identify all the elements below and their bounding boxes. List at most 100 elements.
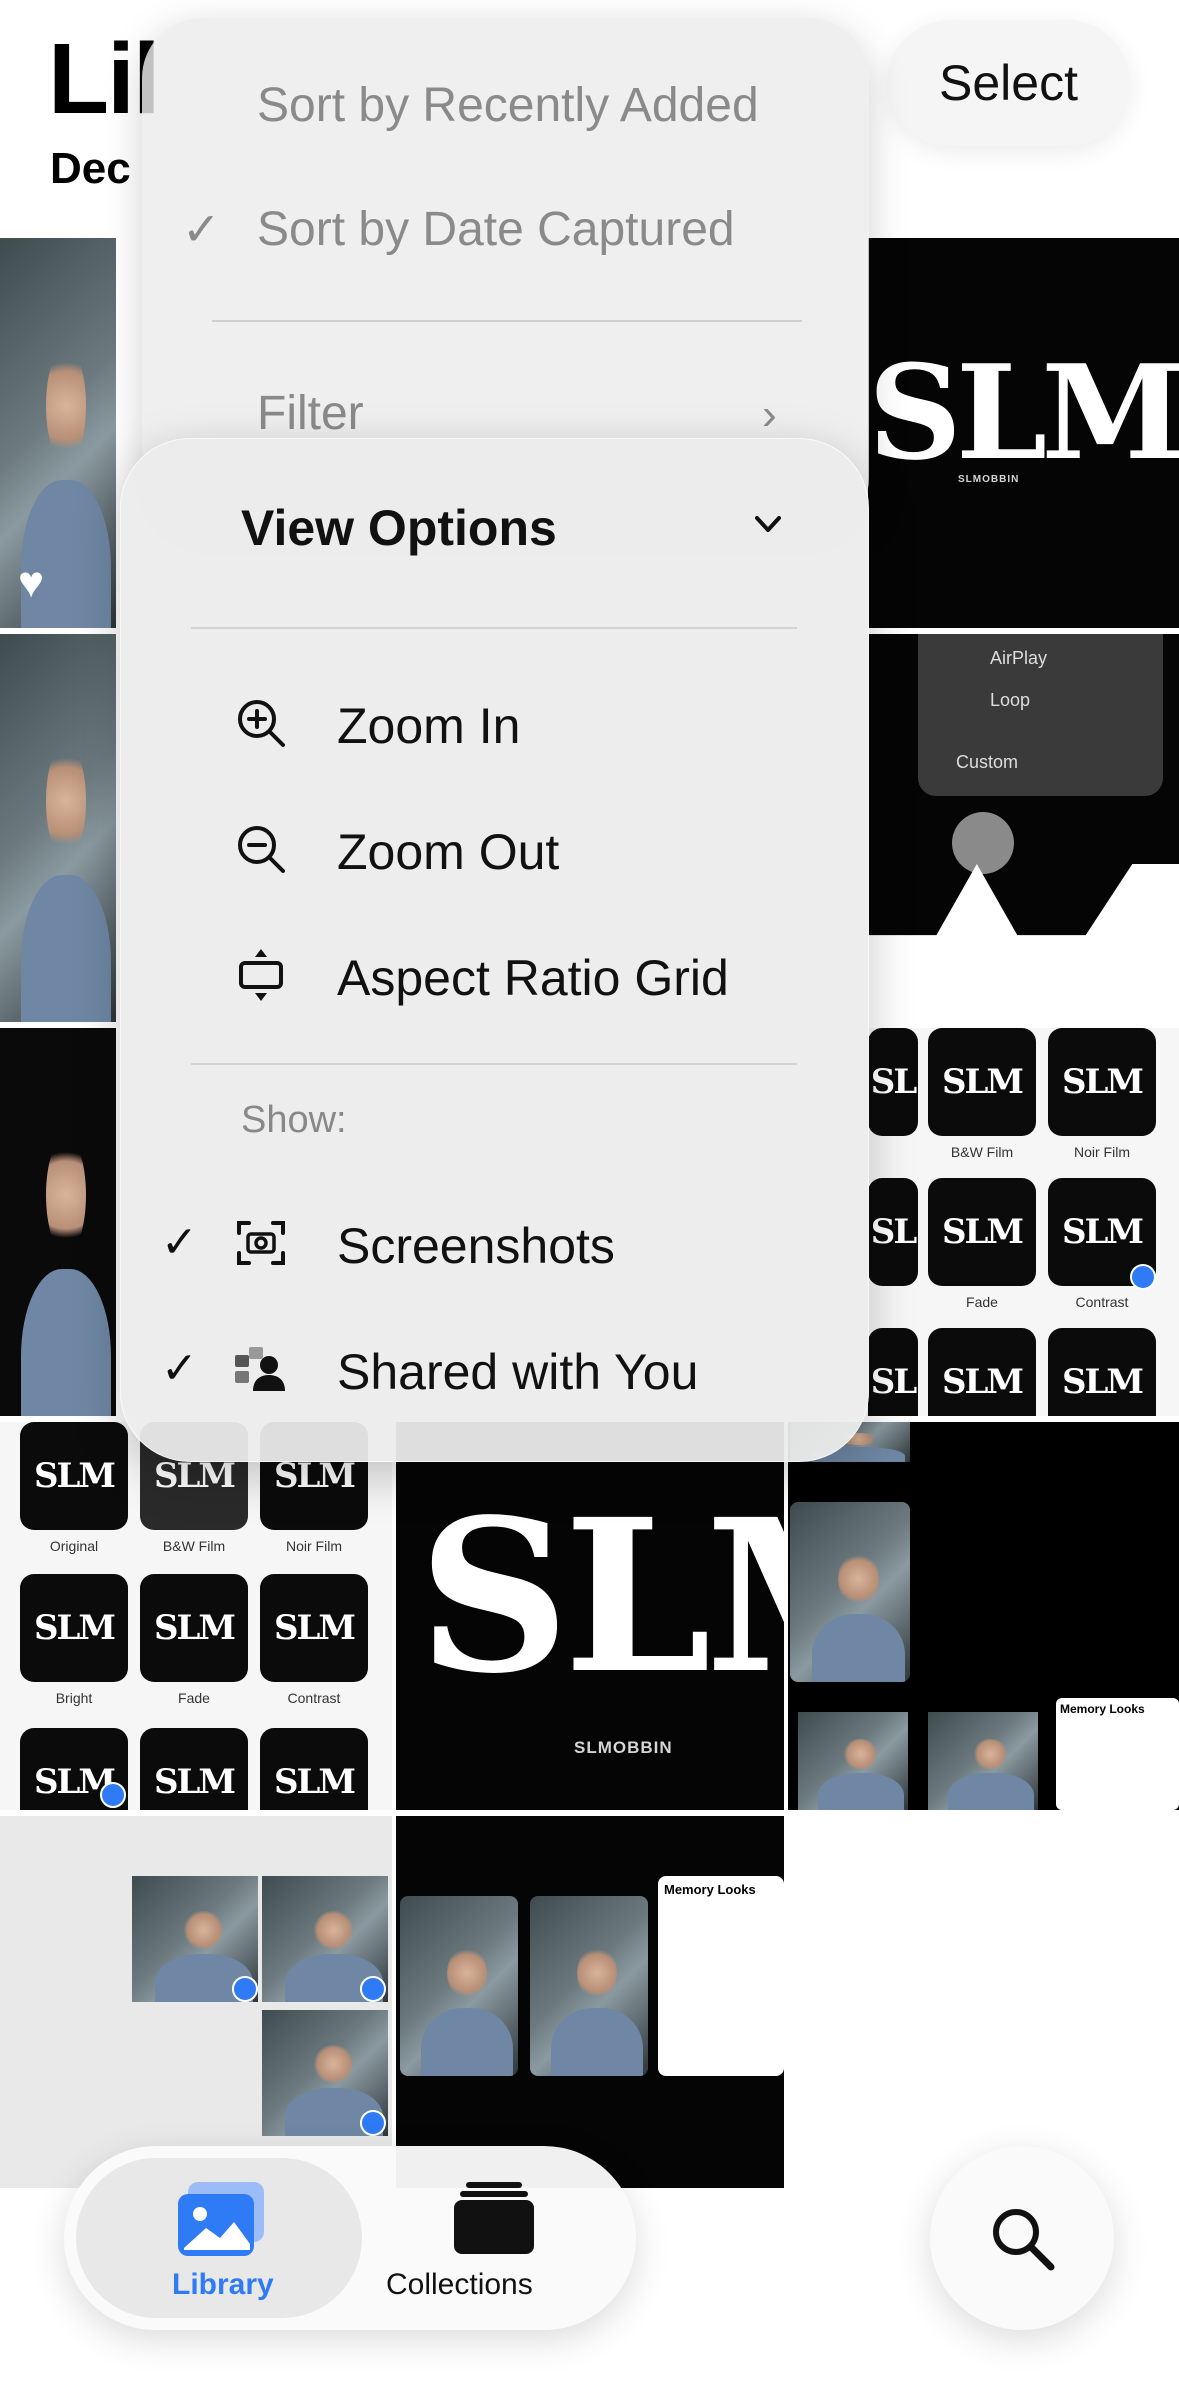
filter-thumbnail: SLM	[260, 1728, 368, 1810]
filter-label: Contrast	[1075, 1294, 1129, 1310]
zoom-in-label: Zoom In	[337, 698, 521, 754]
white-shape	[868, 864, 1179, 1022]
shared-with-you-icon	[235, 1347, 285, 1391]
filter-label: B&W Film	[950, 1144, 1014, 1160]
photo-tile[interactable]: Memory Looks	[396, 1816, 784, 2188]
slm-logo-text: SLM	[868, 336, 1179, 489]
screenshot-thumbnail	[790, 1502, 910, 1682]
screenshots-item[interactable]: ✓ Screenshots	[121, 1187, 868, 1297]
filter-thumbnail: SLM	[928, 1328, 1036, 1416]
search-button[interactable]	[930, 2146, 1114, 2330]
zoom-out-icon	[238, 826, 285, 873]
filter-label: Noir Film	[286, 1538, 342, 1554]
tab-collections-label: Collections	[386, 2268, 533, 2301]
screenshot-icon	[237, 1221, 285, 1265]
filter-thumbnail: SLM	[140, 1728, 248, 1810]
zoom-out-label: Zoom Out	[337, 824, 560, 880]
player-menu-thumbnail: AirPlay Loop Custom	[918, 634, 1163, 796]
filter-label: Noir Film	[1074, 1144, 1130, 1160]
aspect-ratio-icon	[239, 949, 283, 1001]
aspect-ratio-grid-item[interactable]: Aspect Ratio Grid	[121, 919, 868, 1029]
menu-divider	[191, 1063, 797, 1065]
tab-library-label: Library	[172, 2268, 274, 2301]
tab-collections[interactable]: Collections	[364, 2158, 624, 2318]
screenshot-thumbnail	[798, 1712, 908, 1810]
memory-looks-title: Memory Looks	[664, 1882, 756, 1897]
filter-thumbnail: SLM	[928, 1028, 1036, 1136]
photo-tile[interactable]	[0, 1028, 116, 1416]
memory-looks-card: Memory Looks	[658, 1876, 784, 2076]
aspect-ratio-grid-label: Aspect Ratio Grid	[337, 950, 729, 1006]
menu-divider	[191, 627, 797, 629]
screenshots-label: Screenshots	[337, 1218, 615, 1274]
photo-tile[interactable]: SL SLM SLM B&W Film Noir Film SL SLM SLM…	[868, 1028, 1179, 1416]
photo-tile[interactable]: SLM SLMOBBIN	[396, 1422, 784, 1810]
sort-date-captured-item[interactable]: Sort by Date Captured	[257, 202, 735, 257]
screenshot-thumbnail	[400, 1896, 518, 2076]
photo-tile[interactable]: SLM SLM SLM Original B&W Film Noir Film …	[0, 1422, 392, 1810]
checkmark-icon: ✓	[161, 1344, 198, 1393]
checkmark-icon: ✓	[161, 1218, 198, 1267]
filter-label: Fade	[178, 1690, 210, 1706]
zoom-in-item[interactable]: Zoom In	[121, 667, 868, 777]
shared-with-you-item[interactable]: ✓ Shared with You	[121, 1313, 868, 1423]
selected-check-icon	[360, 2110, 386, 2136]
shared-with-you-label: Shared with You	[337, 1344, 699, 1400]
filter-label: B&W Film	[162, 1538, 226, 1554]
airplay-label: AirPlay	[990, 648, 1048, 668]
tab-bar: Library Collections	[64, 2146, 636, 2330]
menu-divider	[212, 320, 802, 322]
show-section-label: Show:	[241, 1099, 347, 1141]
custom-label: Custom	[956, 752, 1019, 772]
filter-label: Fade	[966, 1294, 998, 1310]
filter-thumbnail: SL	[868, 1178, 918, 1286]
slmobbin-caption: SLMOBBIN	[574, 1738, 673, 1757]
chevron-down-icon[interactable]	[753, 509, 783, 539]
selected-check-icon	[232, 1976, 258, 2002]
select-button[interactable]: Select	[887, 20, 1130, 146]
filter-thumbnail: SLM	[260, 1574, 368, 1682]
filter-thumbnail: SLM	[20, 1574, 128, 1682]
selected-check-icon	[360, 1976, 386, 2002]
filter-thumbnail: SLM	[140, 1574, 248, 1682]
photo-tile[interactable]	[0, 1816, 392, 2188]
slm-logo-text: SLM	[418, 1473, 784, 1720]
slmobbin-caption: SLMOBBIN	[958, 474, 1020, 485]
photo-tile[interactable]: SLM SLMOBBIN	[868, 238, 1179, 628]
page-subtitle: Dec	[50, 144, 131, 193]
filter-label: Original	[49, 1538, 99, 1554]
collections-stack-icon	[454, 2182, 534, 2254]
filter-thumbnail: SLM	[1048, 1028, 1156, 1136]
playhead-dot	[952, 812, 1014, 874]
chevron-right-icon: ›	[762, 390, 777, 439]
view-options-menu: View Options Zoom In Zoom Out Aspect Rat…	[120, 438, 869, 1462]
checkmark-icon: ✓	[182, 203, 221, 255]
filter-thumbnail: SLM	[928, 1178, 1036, 1286]
loop-label: Loop	[990, 690, 1031, 710]
photo-tile[interactable]: ♥	[0, 238, 116, 628]
zoom-out-item[interactable]: Zoom Out	[121, 793, 868, 903]
photos-library-icon	[178, 2182, 264, 2256]
filter-thumbnail: SL	[868, 1028, 918, 1136]
filter-label: Bright	[55, 1690, 93, 1706]
photo-tile[interactable]	[0, 634, 116, 1022]
memory-looks-card: Memory Looks	[1056, 1698, 1179, 1810]
tab-library[interactable]: Library	[76, 2158, 362, 2318]
favorite-heart-icon: ♥	[18, 558, 45, 607]
zoom-in-icon	[238, 700, 285, 747]
selected-check-icon	[100, 1782, 126, 1808]
filter-label: Contrast	[287, 1690, 341, 1706]
filter-thumbnail: SLM	[1048, 1328, 1156, 1416]
photo-tile[interactable]: AirPlay Loop Custom	[868, 634, 1179, 1022]
memory-looks-title: Memory Looks	[1060, 1702, 1145, 1716]
sort-recently-added-item[interactable]: Sort by Recently Added	[257, 78, 759, 133]
view-options-title[interactable]: View Options	[241, 499, 557, 557]
photo-tile[interactable]: Memory Looks	[788, 1422, 1179, 1810]
search-icon	[993, 2209, 1055, 2271]
filter-item[interactable]: Filter	[257, 386, 364, 441]
screenshot-thumbnail	[530, 1896, 648, 2076]
selected-check-icon	[1130, 1264, 1156, 1290]
filter-thumbnail: SL	[868, 1328, 918, 1416]
screenshot-thumbnail	[928, 1712, 1038, 1810]
filter-thumbnail: SLM	[20, 1422, 128, 1530]
